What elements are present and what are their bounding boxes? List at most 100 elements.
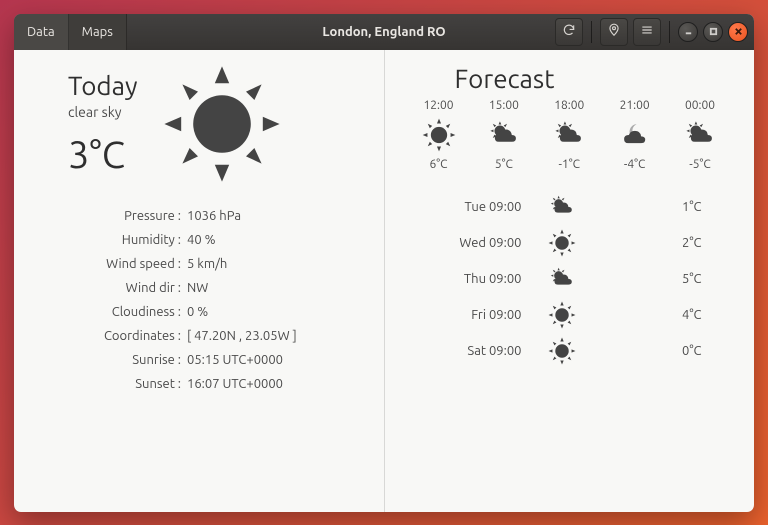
metric-value: 40 % xyxy=(187,228,216,252)
metric-value: 0 % xyxy=(187,300,208,324)
metric-label: Humidity : xyxy=(36,228,187,252)
metric-label: Coordinates : xyxy=(36,324,187,348)
metric-row: Sunset :16:07 UTC+0000 xyxy=(36,372,362,396)
day-temperature: 1°C xyxy=(582,200,702,214)
metrics-list: Pressure :1036 hPaHumidity :40 %Wind spe… xyxy=(36,204,362,396)
maximize-button[interactable] xyxy=(703,22,723,42)
metric-label: Wind dir : xyxy=(36,276,187,300)
metric-row: Wind dir :NW xyxy=(36,276,362,300)
today-description: clear sky xyxy=(68,104,138,120)
sunny-icon xyxy=(542,229,582,257)
forecast-heading: Forecast xyxy=(407,64,733,93)
metric-value: [ 47.20N , 23.05W ] xyxy=(187,324,297,348)
hour-temperature: -4°C xyxy=(607,158,663,171)
hour-temperature: 5°C xyxy=(476,158,532,171)
today-pane: Today clear sky 3°C Pressure :1036 hPaHu… xyxy=(14,50,385,512)
hour-time: 21:00 xyxy=(607,99,663,112)
metric-value: 05:15 UTC+0000 xyxy=(187,348,283,372)
day-label: Sat 09:00 xyxy=(407,344,542,358)
minimize-button[interactable] xyxy=(678,22,698,42)
hour-temperature: -1°C xyxy=(541,158,597,171)
metric-row: Coordinates :[ 47.20N , 23.05W ] xyxy=(36,324,362,348)
sunny-icon xyxy=(542,337,582,365)
daily-forecast-list: Tue 09:00 1°C Wed 09:00 2°C Thu 09:00 5°C Fri … xyxy=(407,189,733,369)
partly-cloudy-icon xyxy=(542,193,582,221)
hour-cell: 18:00 -1°C xyxy=(541,99,597,171)
metric-value: 5 km/h xyxy=(187,252,227,276)
partly-cloudy-icon xyxy=(672,116,728,154)
locate-button[interactable] xyxy=(600,18,628,46)
day-label: Thu 09:00 xyxy=(407,272,542,286)
metric-value: 16:07 UTC+0000 xyxy=(187,372,283,396)
metric-value: 1036 hPa xyxy=(187,204,241,228)
day-row: Fri 09:00 4°C xyxy=(407,297,733,333)
refresh-button[interactable] xyxy=(555,18,583,46)
day-temperature: 4°C xyxy=(582,308,702,322)
window-title: London, England RO xyxy=(322,25,445,39)
partly-cloudy-icon xyxy=(476,116,532,154)
hamburger-menu-button[interactable] xyxy=(633,18,661,46)
partly-cloudy-icon xyxy=(541,116,597,154)
today-temperature: 3°C xyxy=(68,134,138,176)
close-icon xyxy=(734,25,743,39)
hour-cell: 21:00 -4°C xyxy=(607,99,663,171)
day-temperature: 0°C xyxy=(582,344,702,358)
sunny-icon xyxy=(162,64,282,184)
day-row: Sat 09:00 0°C xyxy=(407,333,733,369)
hour-cell: 12:00 6°C xyxy=(411,99,467,171)
day-label: Fri 09:00 xyxy=(407,308,542,322)
hour-time: 00:00 xyxy=(672,99,728,112)
partly-cloudy-night-icon xyxy=(607,116,663,154)
tab-label: Data xyxy=(27,25,55,39)
hour-temperature: -5°C xyxy=(672,158,728,171)
metric-label: Wind speed : xyxy=(36,252,187,276)
sunny-icon xyxy=(542,301,582,329)
forecast-pane: Forecast 12:00 6°C 15:00 5°C 18:00 -1°C 21:00 -… xyxy=(385,50,755,512)
tab-maps[interactable]: Maps xyxy=(69,14,127,50)
partly-cloudy-icon xyxy=(542,265,582,293)
weather-window: Data Maps London, England RO xyxy=(14,14,754,512)
today-header: Today clear sky 3°C xyxy=(36,64,362,184)
content-area: Today clear sky 3°C Pressure :1036 hPaHu… xyxy=(14,50,754,512)
metric-value: NW xyxy=(187,276,208,300)
tab-data[interactable]: Data xyxy=(14,14,69,50)
metric-row: Humidity :40 % xyxy=(36,228,362,252)
day-temperature: 2°C xyxy=(582,236,702,250)
hour-temperature: 6°C xyxy=(411,158,467,171)
today-heading: Today xyxy=(68,71,138,100)
hour-cell: 15:00 5°C xyxy=(476,99,532,171)
hour-time: 18:00 xyxy=(541,99,597,112)
metric-row: Pressure :1036 hPa xyxy=(36,204,362,228)
metric-row: Wind speed :5 km/h xyxy=(36,252,362,276)
day-row: Tue 09:00 1°C xyxy=(407,189,733,225)
titlebar-controls xyxy=(555,18,754,46)
maximize-icon xyxy=(709,25,718,39)
metric-label: Pressure : xyxy=(36,204,187,228)
hamburger-icon xyxy=(640,23,654,40)
day-temperature: 5°C xyxy=(582,272,702,286)
metric-row: Sunrise :05:15 UTC+0000 xyxy=(36,348,362,372)
sunny-icon xyxy=(411,116,467,154)
metric-label: Sunset : xyxy=(36,372,187,396)
today-summary: Today clear sky 3°C xyxy=(36,71,138,176)
tab-label: Maps xyxy=(82,25,113,39)
day-label: Tue 09:00 xyxy=(407,200,542,214)
metric-row: Cloudiness :0 % xyxy=(36,300,362,324)
metric-label: Cloudiness : xyxy=(36,300,187,324)
location-pin-icon xyxy=(607,23,621,40)
tabs: Data Maps xyxy=(14,14,127,50)
separator xyxy=(669,21,670,43)
close-button[interactable] xyxy=(728,22,748,42)
day-row: Thu 09:00 5°C xyxy=(407,261,733,297)
metric-label: Sunrise : xyxy=(36,348,187,372)
separator xyxy=(591,21,592,43)
hour-time: 15:00 xyxy=(476,99,532,112)
titlebar: Data Maps London, England RO xyxy=(14,14,754,50)
day-label: Wed 09:00 xyxy=(407,236,542,250)
hourly-forecast-row: 12:00 6°C 15:00 5°C 18:00 -1°C 21:00 -4°C 00:00 -… xyxy=(407,99,733,183)
hour-time: 12:00 xyxy=(411,99,467,112)
refresh-icon xyxy=(562,23,576,40)
day-row: Wed 09:00 2°C xyxy=(407,225,733,261)
hour-cell: 00:00 -5°C xyxy=(672,99,728,171)
minimize-icon xyxy=(684,25,693,39)
